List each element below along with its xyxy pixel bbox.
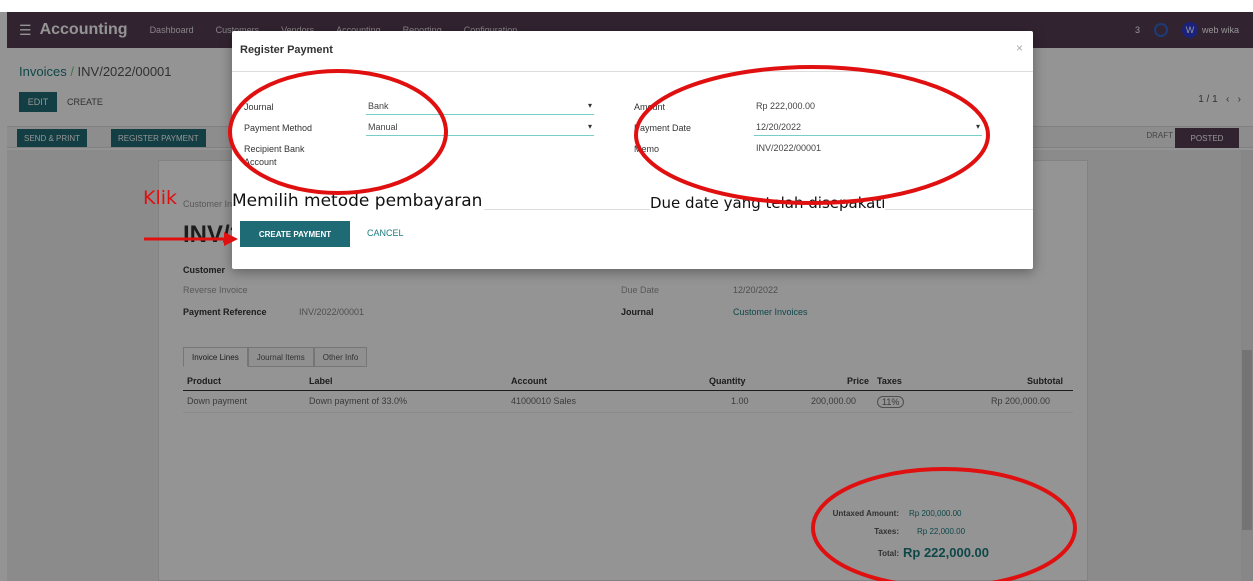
recipient-bank-label: Recipient Bank Account <box>244 144 305 167</box>
top-margin <box>0 0 1253 12</box>
chevron-down-icon: ▾ <box>587 101 592 110</box>
journal-field-label: Journal <box>244 102 274 112</box>
create-payment-button[interactable]: CREATE PAYMENT <box>240 221 350 247</box>
chevron-down-icon: ▾ <box>975 122 980 131</box>
close-icon[interactable]: × <box>1016 41 1023 55</box>
amount-label: Amount <box>634 102 666 112</box>
dialog-header-divider <box>232 71 1033 72</box>
memo-input[interactable]: INV/2022/00001 <box>754 143 974 157</box>
payment-date-value: 12/20/2022 <box>756 122 802 132</box>
journal-select[interactable]: Bank ▾ <box>366 101 594 115</box>
memo-label: Memo <box>634 144 660 154</box>
register-payment-dialog: Register Payment × Journal Bank ▾ Paymen… <box>232 31 1033 269</box>
annotation-due-date: Due date yang telah disepakati <box>650 194 886 212</box>
annotation-klik: Klik <box>143 187 178 209</box>
payment-method-select[interactable]: Manual ▾ <box>366 122 594 136</box>
payment-method-label: Payment Method <box>244 123 313 133</box>
amount-input[interactable]: Rp 222,000.00 <box>754 101 974 115</box>
chevron-down-icon: ▾ <box>587 122 592 131</box>
cancel-button[interactable]: CANCEL <box>367 228 404 238</box>
journal-select-value: Bank <box>368 101 389 111</box>
annotation-payment-method: Memilih metode pembayaran <box>232 191 485 211</box>
payment-date-label: Payment Date <box>634 123 692 133</box>
payment-date-input[interactable]: 12/20/2022 ▾ <box>754 122 982 136</box>
dialog-title: Register Payment <box>240 44 333 56</box>
payment-method-value: Manual <box>368 122 398 132</box>
